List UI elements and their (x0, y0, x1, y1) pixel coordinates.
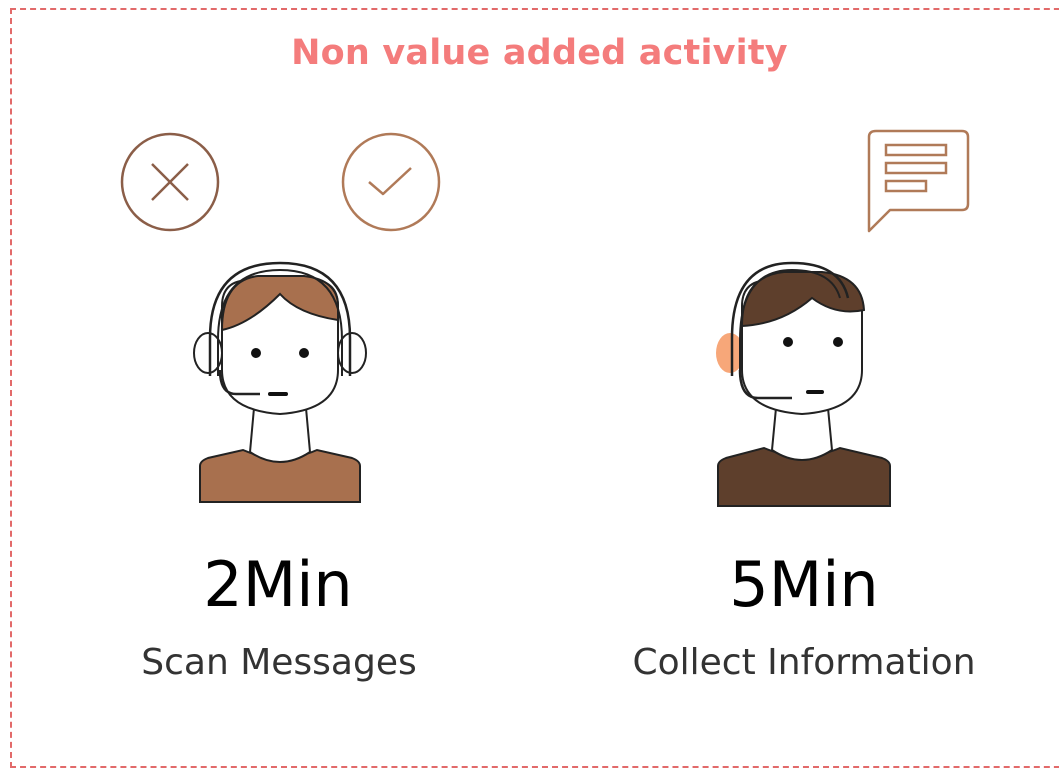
step-time: 2Min (203, 548, 353, 621)
step-time: 5Min (729, 548, 879, 621)
page-title: Non value added activity (291, 33, 788, 73)
step-label: Collect Information (632, 642, 976, 683)
agent-headset-icon (716, 261, 891, 507)
chat-message-icon (867, 129, 970, 233)
reject-icon (120, 132, 220, 232)
step-label: Scan Messages (141, 642, 417, 683)
approve-icon (341, 132, 441, 232)
agent-headset-icon (193, 261, 367, 503)
